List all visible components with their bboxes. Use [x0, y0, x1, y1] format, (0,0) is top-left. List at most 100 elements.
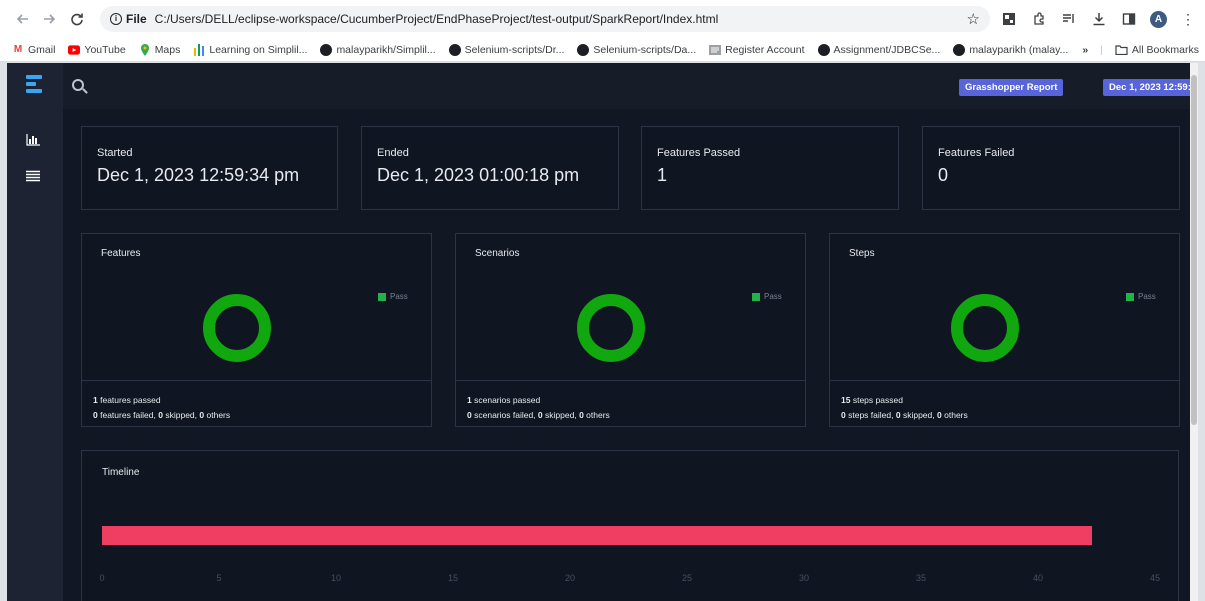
legend-label: Pass [1138, 292, 1156, 301]
failed-text: features failed, [100, 410, 156, 420]
bookmark-learning-simplilearn[interactable]: Learning on Simplil... [193, 43, 308, 56]
stat-card-features-failed: Features Failed 0 [922, 126, 1180, 210]
bookmark-github-simplilearn[interactable]: malayparikh/Simplil... [320, 43, 436, 56]
bookmarks-bar: M Gmail YouTube Maps Learning on Simplil… [0, 38, 1205, 62]
scrollbar-thumb[interactable] [1191, 75, 1197, 425]
report-page: Grasshopper Report Dec 1, 2023 12:59:34 … [7, 63, 1198, 601]
page-scrollbar[interactable] [1190, 63, 1198, 601]
skipped-count: 0 [158, 410, 163, 420]
skipped-text: skipped, [545, 410, 577, 420]
forward-button[interactable] [36, 6, 62, 32]
skipped-count: 0 [895, 410, 901, 420]
stat-label: Features Failed [938, 147, 1015, 159]
passed-text: scenarios passed [474, 395, 541, 405]
bookmark-star-icon[interactable]: ☆ [967, 10, 980, 28]
bookmark-label: malayparikh (malay... [969, 43, 1069, 56]
extensions-puzzle-icon[interactable] [1030, 10, 1048, 28]
report-content: Started Dec 1, 2023 12:59:34 pm Ended De… [63, 109, 1198, 601]
timeline-tick: 20 [564, 573, 576, 583]
passed-text: steps passed [852, 395, 903, 405]
search-icon[interactable] [72, 79, 84, 91]
reload-icon [71, 13, 83, 26]
legend-label: Pass [390, 292, 408, 301]
bookmark-selenium-scripts-dr[interactable]: Selenium-scripts/Dr... [448, 43, 564, 56]
legend-swatch [378, 292, 386, 301]
bookmark-gmail[interactable]: M Gmail [12, 44, 56, 56]
passed-text: features passed [100, 395, 161, 405]
others-count: 0 [579, 410, 584, 420]
chart-legend[interactable]: Pass [1126, 292, 1156, 301]
failed-count: 0 [841, 410, 846, 420]
bookmark-label: Assignment/JDBCSe... [833, 43, 941, 56]
divider: | [1100, 44, 1103, 56]
more-bookmarks-button[interactable]: » [1082, 44, 1088, 56]
back-button[interactable] [10, 6, 36, 32]
bookmark-label: Learning on Simplil... [209, 43, 308, 56]
pass-donut-chart[interactable] [203, 294, 271, 362]
skipped-text: skipped, [165, 410, 198, 420]
side-panel-icon[interactable] [1120, 10, 1138, 28]
pass-donut-chart[interactable] [577, 294, 645, 362]
legend-swatch [752, 292, 760, 301]
bookmark-maps[interactable]: Maps [139, 43, 180, 56]
reading-list-icon[interactable] [1060, 10, 1078, 28]
toolbar-right-icons: A ⋮ [1000, 6, 1197, 32]
passed-line: 15 steps passed [841, 393, 1179, 408]
url-text: C:/Users/DELL/eclipse-workspace/Cucumber… [154, 12, 719, 26]
info-icon: i [110, 13, 122, 25]
app-logo[interactable] [26, 75, 42, 97]
bookmark-youtube[interactable]: YouTube [68, 43, 126, 56]
bookmark-malayparikh[interactable]: malayparikh (malay... [953, 43, 1069, 56]
stat-label: Started [97, 147, 133, 159]
download-icon[interactable] [1090, 10, 1108, 28]
all-bookmarks-button[interactable]: All Bookmarks [1115, 44, 1199, 56]
timeline-tick: 35 [915, 573, 927, 583]
scheme-label: File [126, 12, 147, 26]
passed-line: 1 scenarios passed [467, 393, 805, 408]
sidebar [7, 63, 63, 601]
bookmark-label: YouTube [84, 43, 126, 56]
address-bar[interactable]: i File C:/Users/DELL/eclipse-workspace/C… [100, 6, 990, 32]
bookmark-register-account[interactable]: Register Account [709, 44, 805, 56]
bookmark-assignment-jdbc[interactable]: Assignment/JDBCSe... [817, 43, 941, 56]
chart-title: Scenarios [475, 248, 520, 259]
passed-count: 1 [93, 395, 98, 405]
extension-grid-icon[interactable] [1000, 10, 1018, 28]
report-date-badge: Dec 1, 2023 12:59:34 pm [1103, 79, 1198, 96]
report-topbar: Grasshopper Report Dec 1, 2023 12:59:34 … [63, 63, 1198, 109]
chart-card-features: Features Pass 1 features passed 0 featur… [81, 233, 432, 427]
kebab-menu-icon[interactable]: ⋮ [1179, 10, 1197, 28]
chart-legend[interactable]: Pass [752, 292, 782, 301]
timeline-bar[interactable] [102, 526, 1092, 545]
bookmarks-overflow: » | All Bookmarks [1082, 38, 1199, 62]
chart-legend[interactable]: Pass [378, 292, 408, 301]
timeline-tick: 0 [99, 573, 105, 583]
bookmark-label: Selenium-scripts/Da... [593, 43, 697, 56]
reload-button[interactable] [64, 6, 90, 32]
youtube-icon [68, 44, 81, 56]
all-bookmarks-label: All Bookmarks [1131, 44, 1199, 56]
legend-swatch [1126, 292, 1134, 301]
browser-toolbar: i File C:/Users/DELL/eclipse-workspace/C… [0, 0, 1205, 38]
others-text: others [206, 410, 231, 420]
chart-summary: 1 features passed 0 features failed, 0 s… [82, 380, 431, 427]
chart-title: Features [101, 248, 141, 259]
site-info[interactable]: i File [110, 12, 147, 26]
dashboard-chart-icon[interactable] [26, 133, 40, 147]
timeline-tick: 45 [1149, 573, 1161, 583]
stat-card-features-passed: Features Passed 1 [641, 126, 899, 210]
profile-avatar[interactable]: A [1150, 10, 1167, 28]
bookmark-selenium-scripts-da[interactable]: Selenium-scripts/Da... [577, 43, 697, 56]
others-text: others [944, 410, 968, 420]
skipped-text: skipped, [902, 410, 935, 420]
timeline-tick: 30 [798, 573, 810, 583]
github-icon [577, 43, 590, 56]
simplilearn-icon [193, 43, 205, 56]
list-view-icon[interactable] [26, 169, 40, 183]
pass-donut-chart[interactable] [951, 294, 1019, 362]
timeline-tick: 40 [1032, 573, 1044, 583]
others-count: 0 [937, 410, 942, 420]
chart-summary: 15 steps passed 0 steps failed, 0 skippe… [830, 380, 1179, 427]
failed-text: steps failed, [848, 410, 894, 420]
failed-text: scenarios failed, [474, 410, 536, 420]
